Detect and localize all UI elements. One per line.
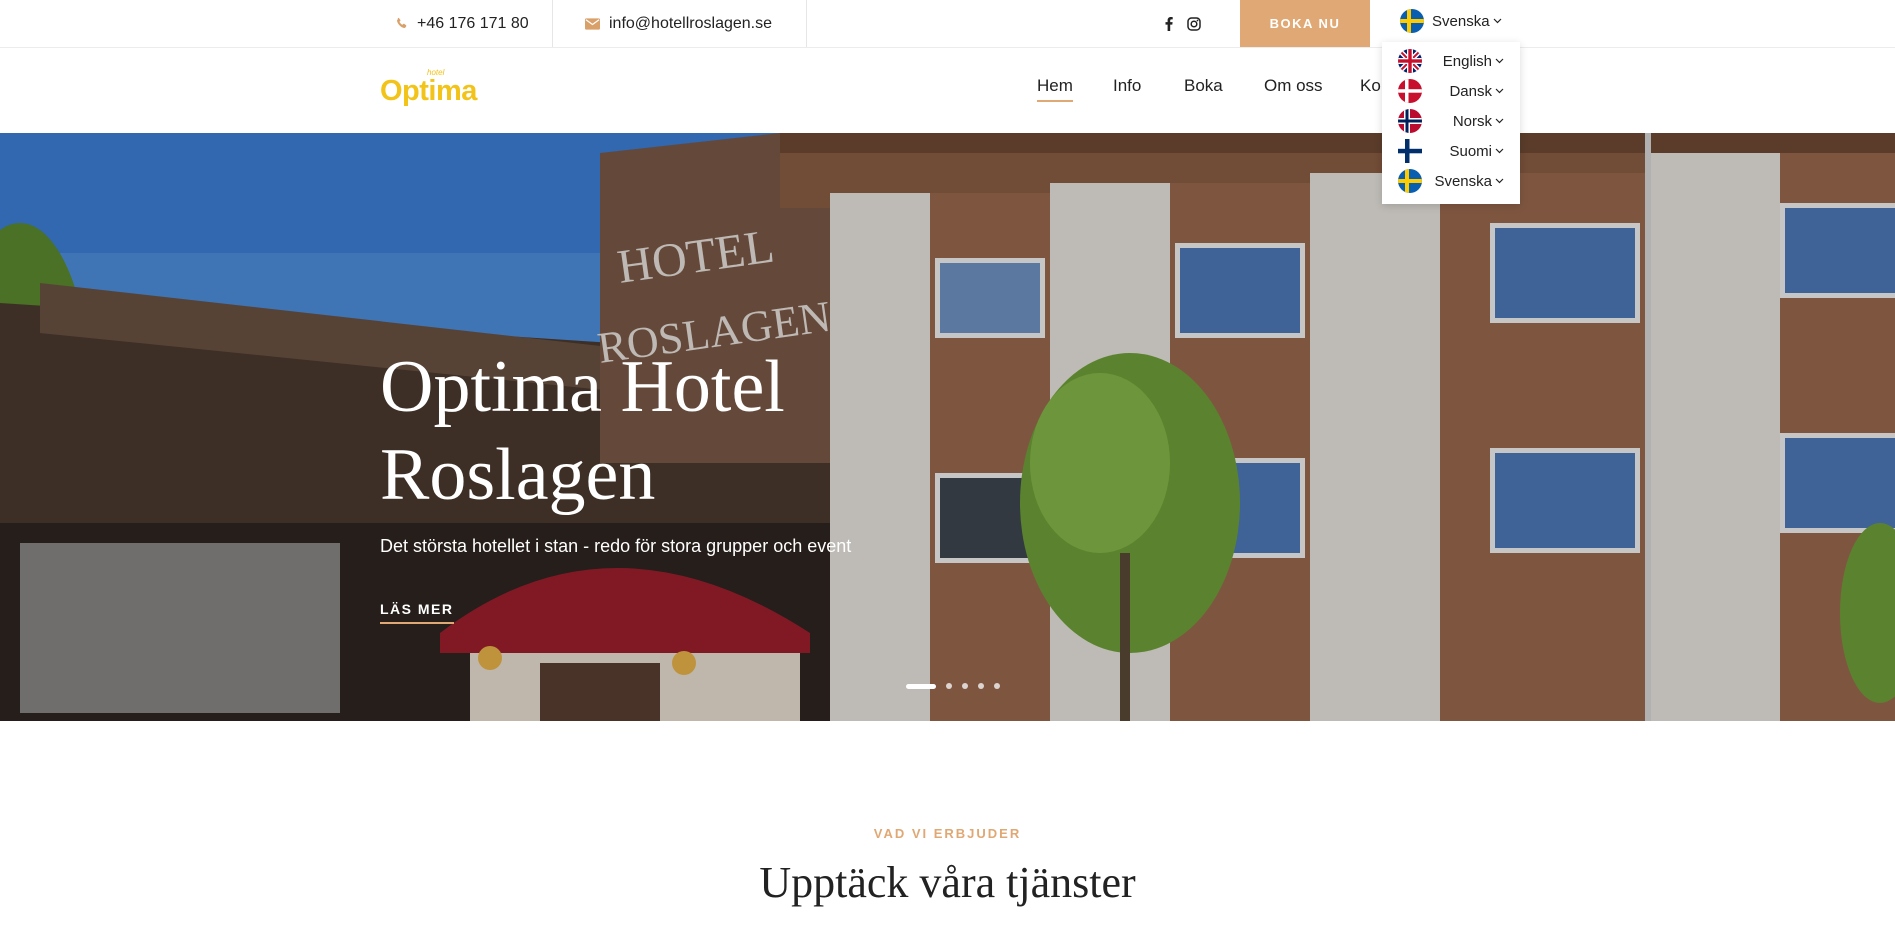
instagram-icon[interactable] xyxy=(1187,16,1201,31)
hero-title: Optima Hotel Roslagen xyxy=(380,343,900,519)
denmark-flag-icon xyxy=(1398,79,1422,103)
language-option-english[interactable]: English xyxy=(1382,46,1520,76)
logo-text: Optima xyxy=(380,75,477,107)
hero-title-line2: Roslagen xyxy=(380,434,656,516)
chevron-down-icon xyxy=(1495,88,1504,94)
sweden-flag-icon xyxy=(1398,169,1422,193)
slider-dot[interactable] xyxy=(946,683,952,689)
current-language-label: Svenska xyxy=(1432,12,1490,30)
hero-subtitle: Det största hotellet i stan - redo för s… xyxy=(380,536,852,556)
book-now-button[interactable]: BOKA NU xyxy=(1240,0,1370,47)
logo-subtext: hotel xyxy=(427,68,445,77)
language-selector[interactable]: Svenska xyxy=(1400,0,1502,42)
facebook-icon[interactable] xyxy=(1165,16,1173,31)
hero-slider: HOTEL ROSLAGEN xyxy=(0,133,1895,721)
top-bar: +46 176 171 80 info@hotellroslagen.se BO… xyxy=(0,0,1895,48)
chevron-down-icon xyxy=(1495,58,1504,64)
language-label: Dansk xyxy=(1449,82,1492,100)
social-links xyxy=(1165,0,1201,47)
divider xyxy=(806,0,807,47)
slider-dot[interactable] xyxy=(962,683,968,689)
divider xyxy=(552,0,553,47)
hero-background-image: HOTEL ROSLAGEN xyxy=(0,133,1895,721)
nav-item-om-oss[interactable]: Om oss xyxy=(1264,76,1323,100)
section-title: Upptäck våra tjänster xyxy=(759,858,1136,907)
section-eyebrow: VAD VI ERBJUDER xyxy=(873,826,1022,841)
phone-icon xyxy=(395,17,408,30)
hero-title-line1: Optima Hotel xyxy=(380,346,785,428)
phone-number: +46 176 171 80 xyxy=(417,14,529,32)
uk-flag-icon xyxy=(1398,49,1422,73)
language-option-svenska[interactable]: Svenska xyxy=(1382,166,1520,196)
slider-dot[interactable] xyxy=(978,683,984,689)
language-option-dansk[interactable]: Dansk xyxy=(1382,76,1520,106)
language-dropdown: English Dansk Norsk Suomi Svenska xyxy=(1382,42,1520,204)
slider-pagination xyxy=(906,683,1000,689)
nav-item-hem[interactable]: Hem xyxy=(1037,76,1073,102)
nav-item-kontakt[interactable]: Ko xyxy=(1360,76,1381,100)
chevron-down-icon xyxy=(1495,118,1504,124)
chevron-down-icon xyxy=(1493,18,1502,24)
main-navbar: Optima hotel Hem Info Boka Om oss Ko xyxy=(0,48,1895,133)
chevron-down-icon xyxy=(1495,148,1504,154)
email-contact[interactable]: info@hotellroslagen.se xyxy=(585,0,772,47)
logo[interactable]: Optima hotel xyxy=(380,68,477,108)
email-address: info@hotellroslagen.se xyxy=(609,14,773,32)
chevron-down-icon xyxy=(1495,178,1504,184)
language-option-suomi[interactable]: Suomi xyxy=(1382,136,1520,166)
language-label: Norsk xyxy=(1452,112,1492,130)
finland-flag-icon xyxy=(1398,139,1422,163)
phone-contact[interactable]: +46 176 171 80 xyxy=(395,0,529,47)
nav-item-info[interactable]: Info xyxy=(1113,76,1141,100)
language-label: English xyxy=(1442,52,1492,70)
slider-dot[interactable] xyxy=(994,683,1000,689)
nav-item-boka[interactable]: Boka xyxy=(1184,76,1223,100)
sweden-flag-icon xyxy=(1400,9,1424,33)
read-more-button[interactable]: LÄS MER xyxy=(380,601,454,624)
language-label: Svenska xyxy=(1434,172,1492,190)
language-label: Suomi xyxy=(1449,142,1492,160)
slider-dot-active[interactable] xyxy=(906,683,936,689)
norway-flag-icon xyxy=(1398,109,1422,133)
envelope-icon xyxy=(585,17,600,30)
language-option-norsk[interactable]: Norsk xyxy=(1382,106,1520,136)
